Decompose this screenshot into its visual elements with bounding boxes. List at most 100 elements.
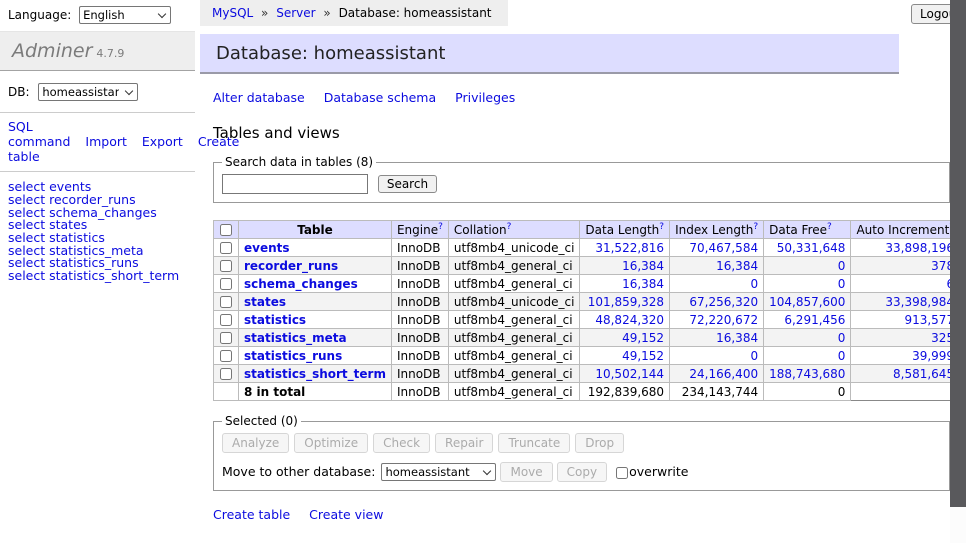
create-table-link[interactable]: Create table bbox=[213, 507, 290, 522]
cell-engine: InnoDB bbox=[391, 365, 448, 383]
breadcrumb-server-link[interactable]: Server bbox=[276, 6, 315, 20]
data-length-link[interactable]: 48,824,320 bbox=[595, 313, 664, 327]
auto-increment-link[interactable]: 913,577 bbox=[904, 313, 954, 327]
search-button[interactable]: Search bbox=[378, 175, 437, 193]
search-fieldset: Search data in tables (8) Search bbox=[213, 155, 950, 203]
auto-increment-link[interactable]: 8,581,645 bbox=[893, 367, 954, 381]
data-free-link[interactable]: 188,743,680 bbox=[769, 367, 845, 381]
index-length-link[interactable]: 24,166,400 bbox=[689, 367, 758, 381]
total-index-length: 234,143,744 bbox=[670, 383, 764, 401]
total-collation: utf8mb4_general_ci bbox=[448, 383, 580, 401]
index-length-link[interactable]: 16,384 bbox=[716, 331, 758, 345]
data-free-link[interactable]: 0 bbox=[838, 349, 846, 363]
language-select-wrap: English bbox=[79, 6, 171, 24]
data-free-link[interactable]: 0 bbox=[838, 331, 846, 345]
auto-increment-link[interactable]: 33,898,196 bbox=[885, 241, 954, 255]
sidebar: Language: English Adminer4.7.9 DB: homea… bbox=[0, 0, 195, 543]
table-row: recorder_runs InnoDB utf8mb4_general_ci … bbox=[214, 257, 966, 275]
db-row: DB: homeassistant bbox=[0, 71, 195, 112]
cell-engine: InnoDB bbox=[391, 329, 448, 347]
search-legend: Search data in tables (8) bbox=[222, 155, 376, 169]
row-checkbox[interactable] bbox=[220, 350, 232, 362]
database-schema-link[interactable]: Database schema bbox=[324, 90, 436, 105]
overwrite-label[interactable]: overwrite bbox=[629, 464, 688, 479]
analyze-button[interactable]: Analyze bbox=[222, 433, 289, 453]
help-link[interactable]: ? bbox=[507, 222, 512, 232]
move-button[interactable]: Move bbox=[500, 462, 552, 482]
row-checkbox[interactable] bbox=[220, 242, 232, 254]
cell-collation: utf8mb4_unicode_ci bbox=[448, 293, 580, 311]
data-length-link[interactable]: 16,384 bbox=[622, 277, 664, 291]
row-checkbox[interactable] bbox=[220, 260, 232, 272]
check-button[interactable]: Check bbox=[373, 433, 430, 453]
table-row: schema_changes InnoDB utf8mb4_general_ci… bbox=[214, 275, 966, 293]
row-checkbox[interactable] bbox=[220, 296, 232, 308]
data-free-link[interactable]: 0 bbox=[838, 259, 846, 273]
help-link[interactable]: ? bbox=[438, 222, 443, 232]
auto-increment-link[interactable]: 39,999 bbox=[912, 349, 954, 363]
language-select[interactable]: English bbox=[79, 6, 171, 24]
help-link[interactable]: ? bbox=[753, 222, 758, 232]
index-length-link[interactable]: 0 bbox=[750, 349, 758, 363]
auto-increment-link[interactable]: 33,398,984 bbox=[885, 295, 954, 309]
scrollbar-thumb[interactable] bbox=[950, 0, 966, 507]
db-label: DB: bbox=[8, 85, 30, 99]
privileges-link[interactable]: Privileges bbox=[455, 90, 515, 105]
help-link[interactable]: ? bbox=[659, 222, 664, 232]
table-link[interactable]: statistics_runs bbox=[244, 349, 342, 363]
vertical-scrollbar[interactable] bbox=[950, 0, 966, 543]
sidebar-link-export[interactable]: Export bbox=[142, 134, 183, 149]
table-link[interactable]: statistics bbox=[244, 313, 306, 327]
truncate-button[interactable]: Truncate bbox=[498, 433, 570, 453]
table-link[interactable]: schema_changes bbox=[244, 277, 358, 291]
repair-button[interactable]: Repair bbox=[435, 433, 493, 453]
column-header-data-length: Data Length? bbox=[580, 221, 670, 239]
create-view-link[interactable]: Create view bbox=[309, 507, 383, 522]
optimize-button[interactable]: Optimize bbox=[294, 433, 368, 453]
move-db-select[interactable]: homeassistant bbox=[381, 463, 496, 481]
row-checkbox[interactable] bbox=[220, 368, 232, 380]
selected-fieldset: Selected (0) AnalyzeOptimizeCheckRepairT… bbox=[213, 414, 950, 491]
data-length-link[interactable]: 49,152 bbox=[622, 349, 664, 363]
index-length-link[interactable]: 72,220,672 bbox=[689, 313, 758, 327]
help-link[interactable]: ? bbox=[827, 222, 832, 232]
data-length-link[interactable]: 31,522,816 bbox=[595, 241, 664, 255]
sidebar-item-select-statistics-short-term[interactable]: select statistics_short_term bbox=[8, 270, 187, 283]
search-input[interactable] bbox=[222, 174, 368, 194]
breadcrumb-separator: » bbox=[323, 6, 330, 20]
index-length-link[interactable]: 67,256,320 bbox=[689, 295, 758, 309]
table-link[interactable]: states bbox=[244, 295, 286, 309]
row-checkbox[interactable] bbox=[220, 314, 232, 326]
move-db-select-wrap: homeassistant bbox=[381, 463, 496, 481]
data-free-link[interactable]: 50,331,648 bbox=[777, 241, 846, 255]
data-free-link[interactable]: 6,291,456 bbox=[784, 313, 845, 327]
table-link[interactable]: statistics_meta bbox=[244, 331, 347, 345]
data-free-link[interactable]: 0 bbox=[838, 277, 846, 291]
overwrite-checkbox[interactable] bbox=[616, 467, 628, 479]
database-actions: Alter database Database schema Privileges bbox=[213, 90, 950, 105]
data-length-link[interactable]: 10,502,144 bbox=[595, 367, 664, 381]
select-all-checkbox[interactable] bbox=[220, 224, 232, 236]
table-link[interactable]: statistics_short_term bbox=[244, 367, 386, 381]
row-checkbox[interactable] bbox=[220, 332, 232, 344]
data-length-link[interactable]: 101,859,328 bbox=[588, 295, 664, 309]
sidebar-link-sql-command[interactable]: SQL command bbox=[8, 119, 70, 149]
index-length-link[interactable]: 0 bbox=[750, 277, 758, 291]
db-select-wrap: homeassistant bbox=[38, 83, 138, 101]
table-link[interactable]: events bbox=[244, 241, 290, 255]
column-header-index-length: Index Length? bbox=[670, 221, 764, 239]
breadcrumb-mysql-link[interactable]: MySQL bbox=[212, 6, 253, 20]
data-free-link[interactable]: 104,857,600 bbox=[769, 295, 845, 309]
sidebar-action-links: SQL commandImportExportCreate table bbox=[0, 112, 195, 172]
sidebar-link-import[interactable]: Import bbox=[85, 134, 127, 149]
data-length-link[interactable]: 16,384 bbox=[622, 259, 664, 273]
table-link[interactable]: recorder_runs bbox=[244, 259, 338, 273]
db-select[interactable]: homeassistant bbox=[38, 83, 138, 101]
copy-button[interactable]: Copy bbox=[557, 462, 607, 482]
index-length-link[interactable]: 16,384 bbox=[716, 259, 758, 273]
index-length-link[interactable]: 70,467,584 bbox=[689, 241, 758, 255]
drop-button[interactable]: Drop bbox=[575, 433, 624, 453]
alter-database-link[interactable]: Alter database bbox=[213, 90, 305, 105]
data-length-link[interactable]: 49,152 bbox=[622, 331, 664, 345]
row-checkbox[interactable] bbox=[220, 278, 232, 290]
